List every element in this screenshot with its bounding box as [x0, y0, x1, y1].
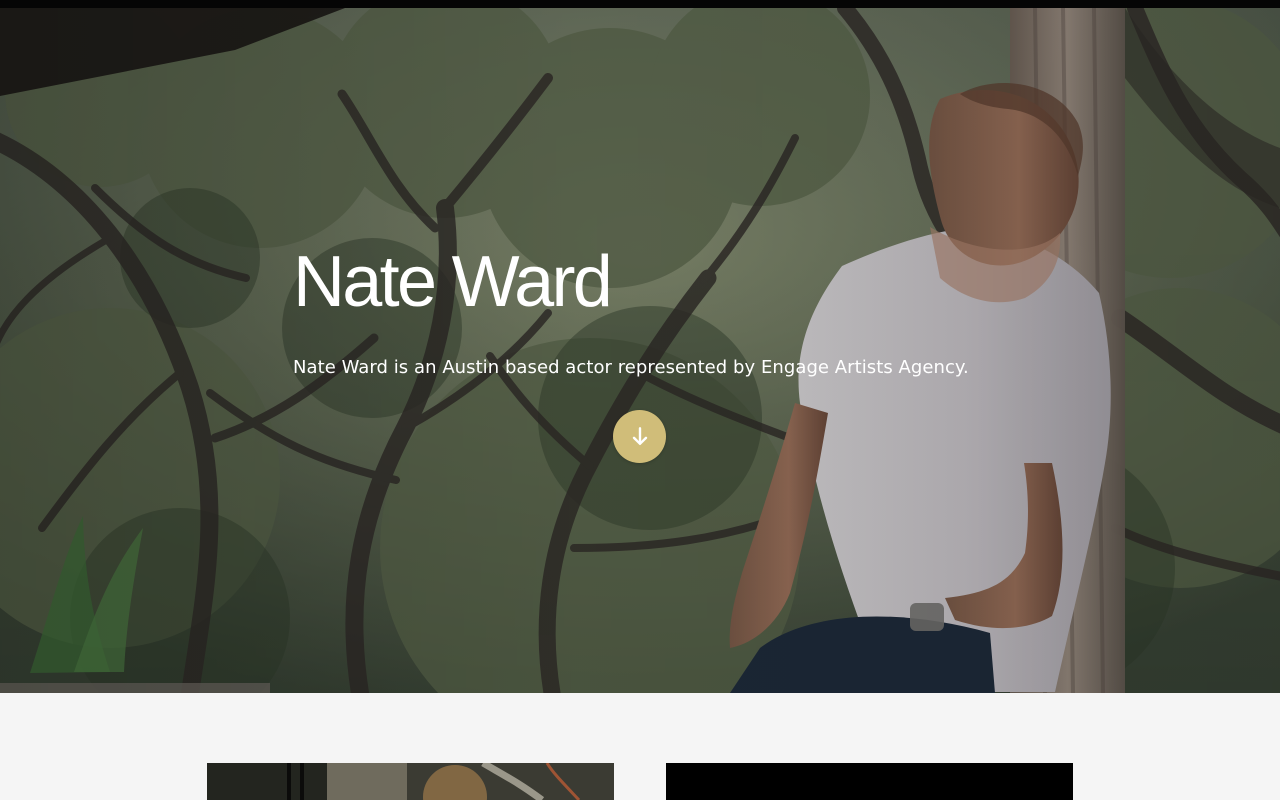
arrow-down-icon [632, 426, 647, 445]
hero-copy: Nate Ward Nate Ward is an Austin based a… [293, 241, 1013, 381]
media-card-video[interactable] [666, 763, 1073, 800]
hero-subtitle: Nate Ward is an Austin based actor repre… [293, 357, 969, 378]
media-card-photo[interactable] [207, 763, 614, 800]
photo-thumbnail-icon [207, 763, 614, 800]
video-thumbnail-icon [666, 763, 1073, 800]
hero-title: Nate Ward [293, 242, 613, 322]
top-bar [0, 0, 1280, 8]
scroll-down-button[interactable] [613, 410, 666, 463]
media-section [0, 693, 1280, 800]
hero-section: Nate Ward Nate Ward is an Austin based a… [0, 8, 1280, 693]
